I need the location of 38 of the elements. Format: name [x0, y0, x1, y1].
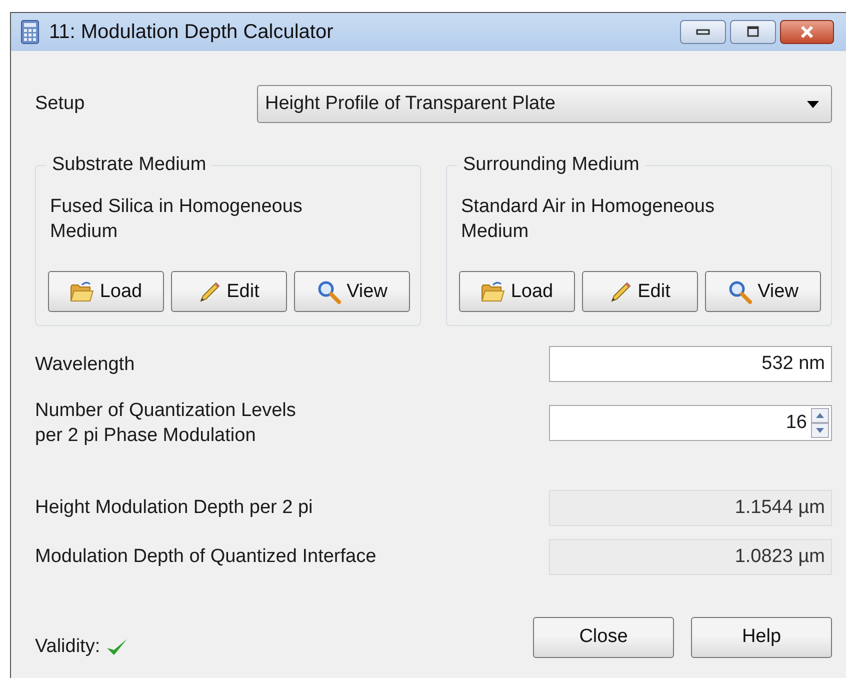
medium-description: Standard Air in Homogeneous Medium — [461, 195, 716, 244]
view-button[interactable]: View — [294, 271, 410, 312]
field-label: Wavelength — [35, 352, 136, 376]
folder-icon — [480, 280, 505, 302]
group-title: Surrounding Medium — [457, 154, 646, 176]
result-field: 1.0823 µm — [549, 539, 832, 575]
search-icon — [728, 280, 752, 304]
spin-buttons[interactable] — [811, 408, 829, 438]
dropdown-arrow-icon — [807, 100, 819, 108]
pencil-icon — [198, 280, 221, 302]
spin-field[interactable]: 16 — [549, 405, 832, 441]
edit-button[interactable]: Edit — [171, 271, 287, 312]
window-title: 11: Modulation Depth Calculator — [49, 20, 334, 44]
setup-label: Setup — [35, 93, 86, 115]
load-button[interactable]: Load — [48, 271, 164, 312]
folder-icon — [70, 280, 94, 302]
edit-button[interactable]: Edit — [582, 271, 698, 312]
dialog-button[interactable]: Close — [533, 616, 674, 658]
result-field: 1.1544 µm — [549, 490, 832, 526]
maximize-icon — [746, 26, 760, 38]
validity-label: Validity: — [35, 636, 100, 658]
wavelength-field[interactable]: 532 nm — [549, 346, 832, 382]
minimize-icon — [696, 29, 710, 35]
medium-description: Fused Silica in Homogeneous Medium — [50, 195, 304, 244]
field-label: Number of Quantization Levels per 2 pi Phase Modulation — [35, 399, 297, 448]
dialog-button[interactable]: Help — [691, 616, 832, 658]
pencil-icon — [610, 280, 632, 302]
close-icon — [799, 26, 815, 38]
search-icon — [316, 280, 341, 304]
setup-dropdown[interactable]: Height Profile of Transparent Plate — [257, 85, 832, 123]
close-window-button[interactable] — [780, 20, 834, 44]
minimize-button[interactable] — [680, 20, 726, 44]
load-button[interactable]: Load — [459, 271, 575, 312]
result-label: Modulation Depth of Quantized Interface — [35, 546, 376, 568]
view-button[interactable]: View — [705, 271, 821, 312]
maximize-button[interactable] — [730, 20, 776, 44]
result-label: Height Modulation Depth per 2 pi — [35, 497, 313, 519]
calculator-icon — [21, 20, 39, 44]
